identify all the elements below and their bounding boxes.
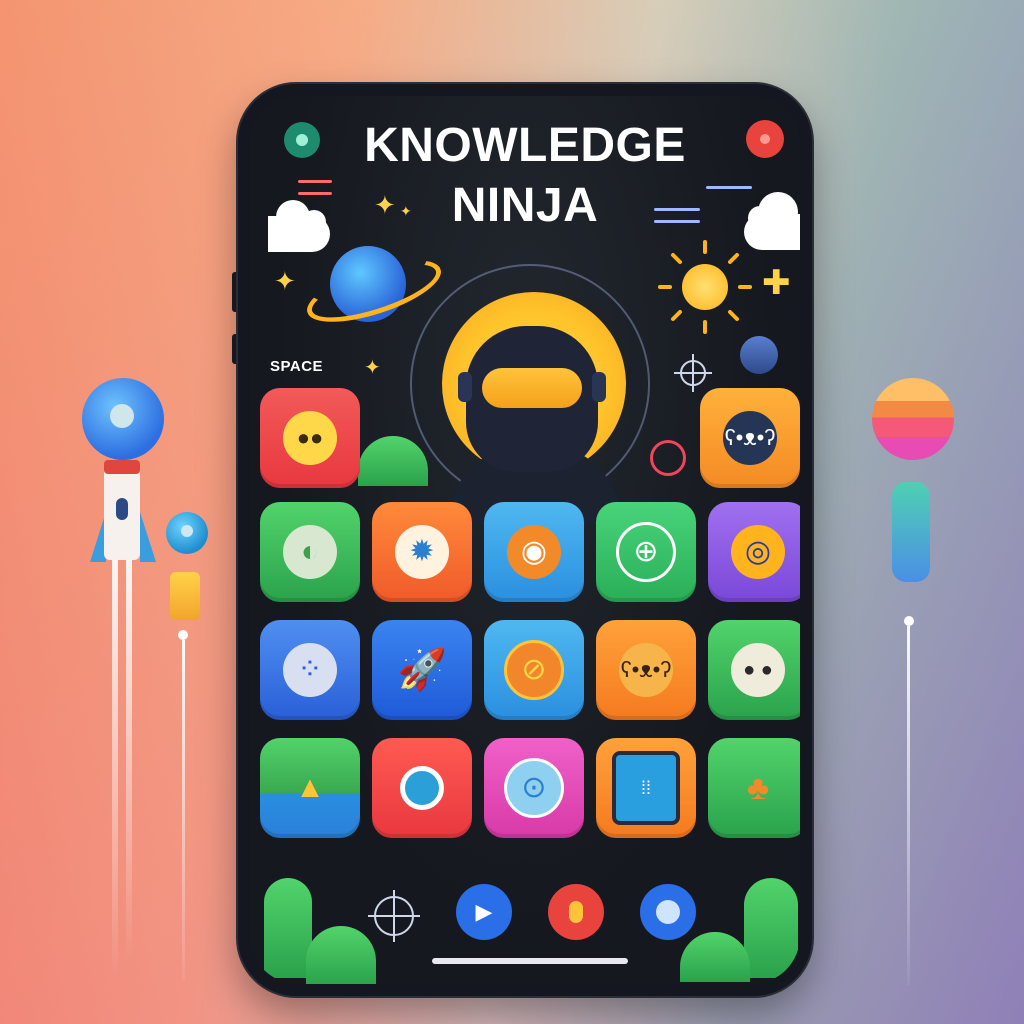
sun-app-button[interactable]: ●● xyxy=(260,388,360,488)
home-indicator[interactable] xyxy=(432,958,628,964)
app-title-line1: KNOWLEDGE xyxy=(364,119,686,172)
moon-icon: ● ● xyxy=(731,643,785,697)
sparkle-icon: ✦ xyxy=(374,190,396,220)
record-button[interactable] xyxy=(548,884,604,940)
globe-icon: ⊕ xyxy=(616,522,676,582)
teddy-app-button[interactable]: ʕ•ᴥ•ʔ xyxy=(596,620,696,720)
compass-app-button[interactable]: ◉ xyxy=(484,502,584,602)
bush-icon xyxy=(680,932,750,982)
ninja-mask-icon xyxy=(482,368,582,408)
rocket-trail xyxy=(126,560,132,960)
target-app-button[interactable]: ◎ xyxy=(708,502,800,602)
pin-line xyxy=(182,640,185,980)
globe-app-button[interactable]: ⊕ xyxy=(596,502,696,602)
search-app-button[interactable] xyxy=(372,738,472,838)
bear-app-button[interactable]: ʕ•ᴥ•ʔ xyxy=(700,388,800,488)
profile-icon xyxy=(656,900,680,924)
search-icon xyxy=(400,766,444,810)
moon-icon xyxy=(740,336,778,374)
record-icon xyxy=(569,901,583,923)
forest-app-button[interactable]: ♣ xyxy=(708,738,800,838)
cloud-icon xyxy=(268,200,330,252)
sparkle-icon: ✦ xyxy=(400,203,412,219)
target-icon: ◎ xyxy=(731,525,785,579)
pill-icon xyxy=(892,482,930,582)
landscape-icon: ▲ xyxy=(295,771,325,804)
rocket-app-button[interactable]: 🚀 xyxy=(372,620,472,720)
pin-icon xyxy=(904,616,914,626)
phone-device: KNOWLEDGE NINJA ✦ ✦ ✦ ✚ SPACE ✦ ●● ʕ•ᴥ•ʔ… xyxy=(238,84,812,996)
earth-app-button[interactable]: ◐ xyxy=(260,502,360,602)
clock-icon: ⊘ xyxy=(504,640,564,700)
bush-icon xyxy=(358,436,428,486)
forest-icon: ♣ xyxy=(746,769,770,807)
bush-icon xyxy=(264,878,312,978)
target-ring-icon xyxy=(650,440,686,476)
rocket-trail xyxy=(112,560,118,980)
tablet-app-button[interactable]: ⁞⁞ xyxy=(596,738,696,838)
phone-screen: KNOWLEDGE NINJA ✦ ✦ ✦ ✚ SPACE ✦ ●● ʕ•ᴥ•ʔ… xyxy=(250,96,800,984)
compass-icon: ◉ xyxy=(507,525,561,579)
pin-icon xyxy=(178,630,188,640)
sparkle-icon: ✦ xyxy=(364,357,381,379)
magnifier-icon: ⊙ xyxy=(504,758,564,818)
app-title-line2: NINJA xyxy=(451,179,599,232)
gear-icon: ✹ xyxy=(395,525,449,579)
striped-ball-icon xyxy=(872,378,954,460)
crosshair-icon xyxy=(680,360,706,386)
rocket-icon: 🚀 xyxy=(397,648,447,692)
magnifier-app-button[interactable]: ⊙ xyxy=(484,738,584,838)
bush-icon xyxy=(306,926,376,984)
bush-icon xyxy=(744,878,798,978)
moon-app-button[interactable]: ● ● xyxy=(708,620,800,720)
planet-icon: ⁘ xyxy=(283,643,337,697)
earth-icon: ◐ xyxy=(283,525,337,579)
tablet-icon: ⁞⁞ xyxy=(612,751,680,825)
sun-icon xyxy=(682,264,728,310)
planet-app-button[interactable]: ⁘ xyxy=(260,620,360,720)
yellow-block-icon xyxy=(170,572,200,620)
crosshair-button[interactable] xyxy=(374,896,414,936)
play-button[interactable]: ▶ xyxy=(456,884,512,940)
play-icon: ▶ xyxy=(475,899,493,924)
teddy-icon: ʕ•ᴥ•ʔ xyxy=(619,643,673,697)
clock-app-button[interactable]: ⊘ xyxy=(484,620,584,720)
rocket-fin-icon xyxy=(140,512,156,562)
bear-icon: ʕ•ᴥ•ʔ xyxy=(723,411,777,465)
rocket-balloon-icon xyxy=(82,378,164,460)
rocket-icon xyxy=(104,460,140,560)
space-label: SPACE xyxy=(270,358,324,375)
pin-line xyxy=(907,626,910,986)
gear-app-button[interactable]: ✹ xyxy=(372,502,472,602)
sparkle-icon: ✚ xyxy=(762,264,791,302)
small-balloon-icon xyxy=(166,512,208,554)
ninja-headphone-icon xyxy=(458,372,472,402)
landscape-app-button[interactable]: ▲ xyxy=(260,738,360,838)
profile-button[interactable] xyxy=(640,884,696,940)
sun-icon: ●● xyxy=(283,411,337,465)
sparkle-icon: ✦ xyxy=(274,266,296,296)
ninja-headphone-icon xyxy=(592,372,606,402)
